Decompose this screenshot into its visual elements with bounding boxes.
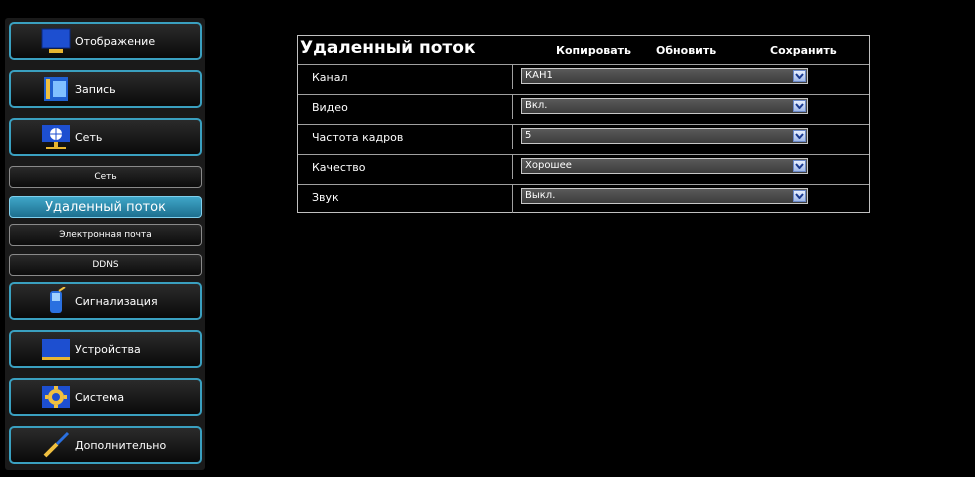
sidebar: Отображение Запись Сеть Сеть Удаленный п… — [5, 18, 205, 470]
save-button[interactable]: Сохранить — [770, 44, 837, 57]
setting-row-frame-rate: Частота кадров 5 — [298, 124, 869, 149]
row-label: Видео — [312, 101, 348, 114]
submenu-remote-stream[interactable]: Удаленный поток — [9, 196, 202, 218]
menu-system-label: Система — [75, 390, 125, 404]
menu-advanced-button[interactable]: Дополнительно — [9, 426, 202, 464]
submenu-ddns-label: DDNS — [92, 260, 119, 270]
menu-system-button[interactable]: Система — [9, 378, 202, 416]
menu-alarm-button[interactable]: Сигнализация — [9, 282, 202, 320]
submenu-email-label: Электронная почта — [59, 230, 152, 240]
menu-alarm-label: Сигнализация — [75, 294, 158, 308]
row-label: Звук — [312, 191, 339, 204]
row-label: Частота кадров — [312, 131, 404, 144]
row-divider — [512, 125, 513, 149]
gear-icon — [41, 382, 71, 412]
menu-network-label: Сеть — [75, 130, 103, 144]
menu-display-button[interactable]: Отображение — [9, 22, 202, 60]
monitor-icon — [41, 26, 71, 56]
chevron-down-icon[interactable] — [793, 70, 806, 82]
setting-row-channel: Канал КАН1 — [298, 64, 869, 89]
alarm-icon — [41, 286, 71, 316]
copy-button[interactable]: Копировать — [556, 44, 631, 57]
film-icon — [41, 74, 71, 104]
setting-row-quality: Качество Хорошее — [298, 154, 869, 179]
menu-devices-label: Устройства — [75, 342, 141, 356]
device-screen-icon — [41, 334, 71, 364]
page-title: Удаленный поток — [300, 38, 476, 58]
audio-select-value: Выкл. — [525, 190, 556, 201]
network-globe-icon — [41, 122, 71, 152]
audio-select[interactable]: Выкл. — [521, 188, 808, 204]
row-divider — [512, 155, 513, 179]
submenu-remote-stream-label: Удаленный поток — [45, 199, 166, 215]
submenu-email[interactable]: Электронная почта — [9, 224, 202, 246]
chevron-down-icon[interactable] — [793, 100, 806, 112]
video-select[interactable]: Вкл. — [521, 98, 808, 114]
frame-rate-select-value: 5 — [525, 130, 532, 141]
menu-record-button[interactable]: Запись — [9, 70, 202, 108]
row-label: Канал — [312, 71, 348, 84]
chevron-down-icon[interactable] — [793, 130, 806, 142]
row-divider — [512, 185, 513, 213]
submenu-network-label: Сеть — [94, 172, 117, 182]
menu-record-label: Запись — [75, 82, 116, 96]
row-label: Качество — [312, 161, 366, 174]
channel-select-value: КАН1 — [525, 70, 553, 81]
menu-display-label: Отображение — [75, 34, 156, 48]
chevron-down-icon[interactable] — [793, 190, 806, 202]
menu-advanced-label: Дополнительно — [75, 438, 167, 452]
submenu-ddns[interactable]: DDNS — [9, 254, 202, 276]
setting-row-video: Видео Вкл. — [298, 94, 869, 119]
panel-header: Удаленный поток Копировать Обновить Сохр… — [298, 36, 869, 64]
row-divider — [512, 95, 513, 119]
setting-row-audio: Звук Выкл. — [298, 184, 869, 213]
quality-select-value: Хорошее — [525, 160, 572, 171]
chevron-down-icon[interactable] — [793, 160, 806, 172]
screwdriver-icon — [41, 430, 71, 460]
video-select-value: Вкл. — [525, 100, 548, 111]
refresh-button[interactable]: Обновить — [656, 44, 716, 57]
frame-rate-select[interactable]: 5 — [521, 128, 808, 144]
menu-network-button[interactable]: Сеть — [9, 118, 202, 156]
channel-select[interactable]: КАН1 — [521, 68, 808, 84]
row-divider — [512, 65, 513, 89]
menu-devices-button[interactable]: Устройства — [9, 330, 202, 368]
remote-stream-panel: Удаленный поток Копировать Обновить Сохр… — [297, 35, 870, 213]
quality-select[interactable]: Хорошее — [521, 158, 808, 174]
submenu-network[interactable]: Сеть — [9, 166, 202, 188]
